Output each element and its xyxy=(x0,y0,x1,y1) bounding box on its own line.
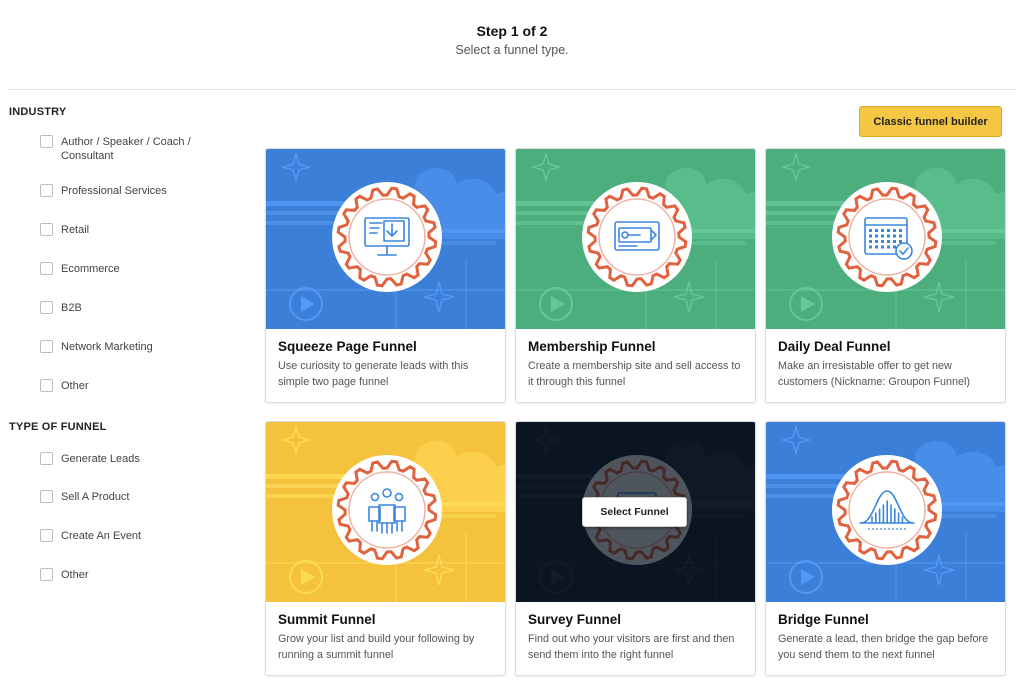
card-title: Survey Funnel xyxy=(528,612,622,627)
card-description: Find out who your visitors are first and… xyxy=(528,633,735,661)
filter-industry-network-marketing[interactable]: Network Marketing xyxy=(40,340,221,354)
industry-section-title: INDUSTRY xyxy=(9,106,67,118)
checkbox[interactable] xyxy=(40,184,53,197)
hover-overlay: Select Funnel xyxy=(516,422,755,602)
card-illustration xyxy=(766,422,1005,602)
filter-label: Create An Event xyxy=(61,530,142,542)
funnel-card-survey[interactable]: Select Funnel Survey Funnel Find out who… xyxy=(515,421,756,676)
filter-industry-author[interactable]: Author / Speaker / Coach / Consultant xyxy=(40,135,211,163)
checkbox[interactable] xyxy=(40,452,53,465)
checkbox[interactable] xyxy=(40,529,53,542)
card-illustration xyxy=(266,149,505,329)
checkbox[interactable] xyxy=(40,223,53,236)
filter-label: Retail xyxy=(61,224,90,236)
funnel-card-squeeze-page[interactable]: Squeeze Page Funnel Use curiosity to gen… xyxy=(265,148,506,403)
card-illustration xyxy=(266,422,505,602)
card-title: Squeeze Page Funnel xyxy=(278,339,417,354)
filter-label: Other xyxy=(61,569,89,581)
card-illustration xyxy=(766,149,1005,329)
filter-sidebar: INDUSTRY Author / Speaker / Coach / Cons… xyxy=(0,0,250,683)
checkbox[interactable] xyxy=(40,262,53,275)
filter-industry-b2b[interactable]: B2B xyxy=(40,301,221,315)
funnel-badge xyxy=(331,182,442,292)
filter-industry-retail[interactable]: Retail xyxy=(40,223,221,237)
filter-label: Author / Speaker / Coach / Consultant xyxy=(61,136,191,162)
classic-funnel-builder-button[interactable]: Classic funnel builder xyxy=(859,106,1002,137)
card-description: Use curiosity to generate leads with thi… xyxy=(278,360,469,388)
filter-industry-other[interactable]: Other xyxy=(40,379,221,393)
card-title: Daily Deal Funnel xyxy=(778,339,891,354)
funnel-card-bridge[interactable]: Bridge Funnel Generate a lead, then brid… xyxy=(765,421,1006,676)
filter-label: Sell A Product xyxy=(61,491,130,503)
filter-label: Network Marketing xyxy=(61,341,153,353)
funnel-card-summit[interactable]: Summit Funnel Grow your list and build y… xyxy=(265,421,506,676)
card-description: Generate a lead, then bridge the gap bef… xyxy=(778,633,989,661)
funnel-card-daily-deal[interactable]: Daily Deal Funnel Make an irresistable o… xyxy=(765,148,1006,403)
card-illustration xyxy=(516,149,755,329)
filter-type-create-event[interactable]: Create An Event xyxy=(40,529,221,543)
funnel-type-section-title: TYPE OF FUNNEL xyxy=(9,421,107,433)
checkbox[interactable] xyxy=(40,379,53,392)
filter-label: Professional Services xyxy=(61,185,167,197)
checkbox[interactable] xyxy=(40,301,53,314)
funnel-badge xyxy=(331,455,442,565)
checkbox[interactable] xyxy=(40,490,53,503)
funnel-card-membership[interactable]: Membership Funnel Create a membership si… xyxy=(515,148,756,403)
filter-type-other[interactable]: Other xyxy=(40,568,221,582)
card-title: Summit Funnel xyxy=(278,612,376,627)
funnel-badge xyxy=(831,455,942,565)
card-description: Grow your list and build your following … xyxy=(278,633,475,661)
checkbox[interactable] xyxy=(40,568,53,581)
filter-industry-professional-services[interactable]: Professional Services xyxy=(40,184,221,198)
card-description: Make an irresistable offer to get new cu… xyxy=(778,360,971,388)
filter-type-sell-product[interactable]: Sell A Product xyxy=(40,490,221,504)
filter-label: Other xyxy=(61,380,89,392)
filter-label: Ecommerce xyxy=(61,263,120,275)
funnel-badge xyxy=(581,182,692,292)
card-title: Bridge Funnel xyxy=(778,612,869,627)
checkbox[interactable] xyxy=(40,135,53,148)
card-illustration: Select Funnel xyxy=(516,422,755,602)
filter-label: B2B xyxy=(61,302,82,314)
filter-type-generate-leads[interactable]: Generate Leads xyxy=(40,452,221,466)
select-funnel-button[interactable]: Select Funnel xyxy=(582,497,687,527)
filter-label: Generate Leads xyxy=(61,453,140,465)
funnel-badge xyxy=(831,182,942,292)
card-title: Membership Funnel xyxy=(528,339,656,354)
checkbox[interactable] xyxy=(40,340,53,353)
card-description: Create a membership site and sell access… xyxy=(528,360,741,388)
filter-industry-ecommerce[interactable]: Ecommerce xyxy=(40,262,221,276)
